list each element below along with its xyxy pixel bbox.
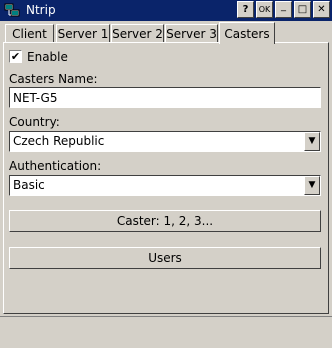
authentication-label: Authentication:	[9, 159, 102, 173]
ok-button[interactable]: OK	[256, 1, 273, 18]
casters-name-field[interactable]	[9, 87, 321, 108]
country-dropdown-button[interactable]: ▼	[304, 132, 320, 151]
checkmark-icon: ✔	[10, 50, 21, 63]
tab-client[interactable]: Client	[5, 24, 54, 42]
authentication-value: Basic	[13, 178, 45, 192]
network-computers-icon	[4, 3, 20, 17]
close-button[interactable]: ✕	[313, 1, 330, 18]
country-value: Czech Republic	[13, 134, 105, 148]
tab-server-2[interactable]: Server 2	[111, 24, 164, 42]
maximize-icon: □	[297, 3, 308, 15]
casters-name-input[interactable]	[13, 90, 317, 105]
caster-button[interactable]: Caster: 1, 2, 3...	[9, 210, 321, 232]
question-icon: ?	[242, 3, 249, 15]
window-title: Ntrip	[26, 3, 56, 17]
enable-label: Enable	[27, 50, 68, 64]
ntrip-window: Ntrip ? OK _ □ ✕ Client Server 1 Server …	[0, 0, 332, 348]
maximize-button[interactable]: □	[294, 1, 311, 18]
chevron-down-icon: ▼	[308, 136, 316, 146]
title-bar[interactable]: Ntrip ? OK _ □ ✕	[0, 0, 332, 21]
minimize-icon: _	[281, 1, 286, 12]
enable-checkbox[interactable]: ✔	[9, 50, 22, 63]
chevron-down-icon: ▼	[308, 180, 316, 190]
help-button[interactable]: ?	[237, 1, 254, 18]
tab-server-1[interactable]: Server 1	[56, 24, 110, 42]
minimize-button[interactable]: _	[275, 1, 292, 18]
users-button[interactable]: Users	[9, 247, 321, 269]
authentication-select[interactable]: Basic ▼	[9, 175, 321, 196]
tab-server-3[interactable]: Server 3	[165, 24, 218, 42]
tab-casters[interactable]: Casters	[219, 22, 275, 44]
close-icon: ✕	[317, 3, 326, 15]
bottom-area	[0, 316, 332, 348]
authentication-dropdown-button[interactable]: ▼	[304, 176, 320, 195]
casters-name-label: Casters Name:	[9, 72, 98, 86]
country-label: Country:	[9, 115, 60, 129]
country-select[interactable]: Czech Republic ▼	[9, 131, 321, 152]
